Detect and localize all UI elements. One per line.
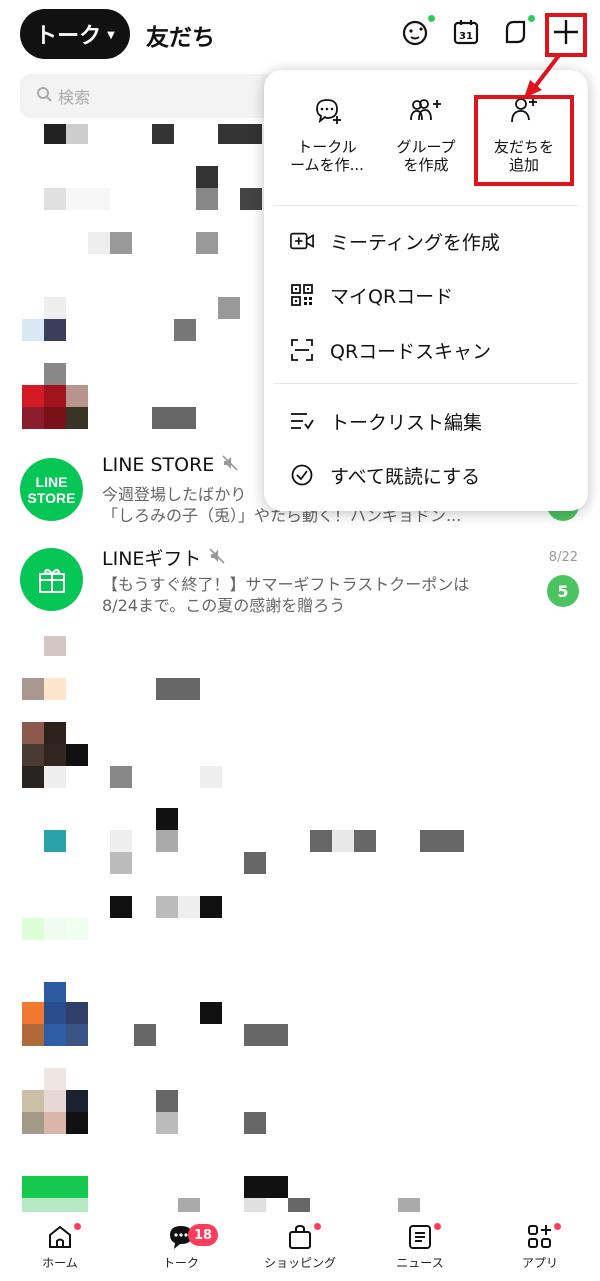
quick-action-label-1: グループ [396, 138, 456, 156]
tab-talk-dropdown[interactable]: トーク ▼ [20, 9, 130, 59]
chat-preview: 【もうすぐ終了！】サマーギフトラストクーポンは 8/24まで。この夏の感謝を贈ろ… [102, 574, 522, 616]
unread-badge: 5 [547, 575, 579, 607]
home-icon [10, 1220, 110, 1254]
gift-icon [38, 568, 65, 593]
notification-dot [554, 1223, 561, 1230]
nav-shopping[interactable]: ショッピング [250, 1220, 350, 1271]
search-icon [36, 86, 52, 106]
open-chat-icon[interactable] [501, 15, 535, 47]
menu-item-label: トークリスト編集 [330, 411, 483, 434]
caret-down-icon: ▼ [107, 29, 115, 41]
muted-icon [222, 454, 238, 476]
highlight-box-plus [545, 13, 587, 57]
chat-plus-icon [277, 96, 377, 126]
highlight-arrow-icon [524, 52, 562, 98]
quick-action-label-1: トークル [297, 138, 357, 156]
nav-home[interactable]: ホーム [10, 1220, 110, 1271]
check-circle-icon [290, 463, 314, 487]
chat-row-line-gift[interactable]: LINEギフト 【もうすぐ終了！】サマーギフトラストクーポンは 8/24まで。こ… [0, 538, 600, 628]
chat-preview-line2: 8/24まで。この夏の感謝を贈ろう [102, 596, 346, 615]
new-indicator-dot [428, 15, 435, 22]
nav-label: アプリ [521, 1256, 558, 1270]
search-placeholder: 検索 [58, 88, 91, 107]
muted-icon [209, 547, 225, 569]
chat-time: 8/22 [548, 550, 578, 565]
menu-divider [274, 383, 578, 384]
menu-item-qr-scan[interactable]: QRコードスキャン [290, 330, 491, 370]
shopping-bag-icon [250, 1220, 350, 1254]
menu-item-label: すべて既読にする [330, 465, 481, 488]
create-group-button[interactable]: グループ を作成 [376, 96, 476, 174]
menu-divider [274, 205, 578, 206]
menu-item-edit-talk-list[interactable]: トークリスト編集 [290, 401, 482, 441]
group-plus-icon [376, 96, 476, 126]
nav-apps[interactable]: アプリ [490, 1220, 590, 1271]
nav-label: ニュース [396, 1256, 444, 1270]
tab-friends[interactable]: 友だち [146, 18, 215, 52]
edit-list-icon [290, 409, 314, 433]
chat-name-wrap: LINEギフト [102, 544, 225, 571]
top-header: トーク ▼ 友だち 31 [0, 0, 600, 70]
sparkle-face-icon[interactable] [401, 15, 435, 47]
chat-name: LINEギフト [102, 548, 202, 570]
notification-dot [74, 1223, 81, 1230]
notification-dot [314, 1223, 321, 1230]
menu-item-my-qr[interactable]: マイQRコード [290, 275, 453, 315]
nav-talk[interactable]: トーク [131, 1220, 231, 1271]
notification-dot [434, 1223, 441, 1230]
create-talk-room-button[interactable]: トークル ームを作... [277, 96, 377, 174]
apps-icon [490, 1220, 590, 1254]
chat-name-wrap: LINE STORE [102, 454, 238, 476]
news-icon [370, 1220, 470, 1254]
bottom-nav-bar: ホーム トーク ショッピング ニュース アプリ [0, 1212, 600, 1281]
menu-item-create-meeting[interactable]: ミーティングを作成 [290, 221, 500, 261]
menu-item-label: ミーティングを作成 [330, 231, 500, 254]
menu-item-label: QRコードスキャン [330, 340, 492, 363]
nav-label: ホーム [42, 1256, 78, 1270]
quick-action-label-2: を作成 [403, 156, 449, 174]
video-plus-icon [290, 229, 314, 253]
chat-preview-line1: 【もうすぐ終了！】サマーギフトラストクーポンは [102, 575, 470, 594]
nav-label: ショッピング [263, 1256, 336, 1270]
line-store-avatar: LINE STORE [20, 458, 83, 521]
qr-scan-icon [290, 338, 314, 362]
nav-news[interactable]: ニュース [370, 1220, 470, 1271]
chat-name: LINE STORE [102, 454, 215, 476]
svg-text:31: 31 [459, 31, 473, 42]
new-indicator-dot [528, 15, 535, 22]
tab-talk-label: トーク [35, 24, 102, 49]
talk-unread-badge: 18 [188, 1224, 218, 1246]
qr-code-icon [290, 283, 314, 307]
menu-item-label: マイQRコード [330, 285, 454, 308]
calendar-icon[interactable]: 31 [451, 17, 481, 47]
nav-label: トーク [162, 1256, 199, 1270]
gift-avatar [20, 548, 83, 611]
highlight-box-add-friend [474, 95, 574, 186]
menu-item-mark-all-read[interactable]: すべて既読にする [290, 455, 480, 495]
quick-action-label-2: ームを作... [290, 156, 364, 174]
